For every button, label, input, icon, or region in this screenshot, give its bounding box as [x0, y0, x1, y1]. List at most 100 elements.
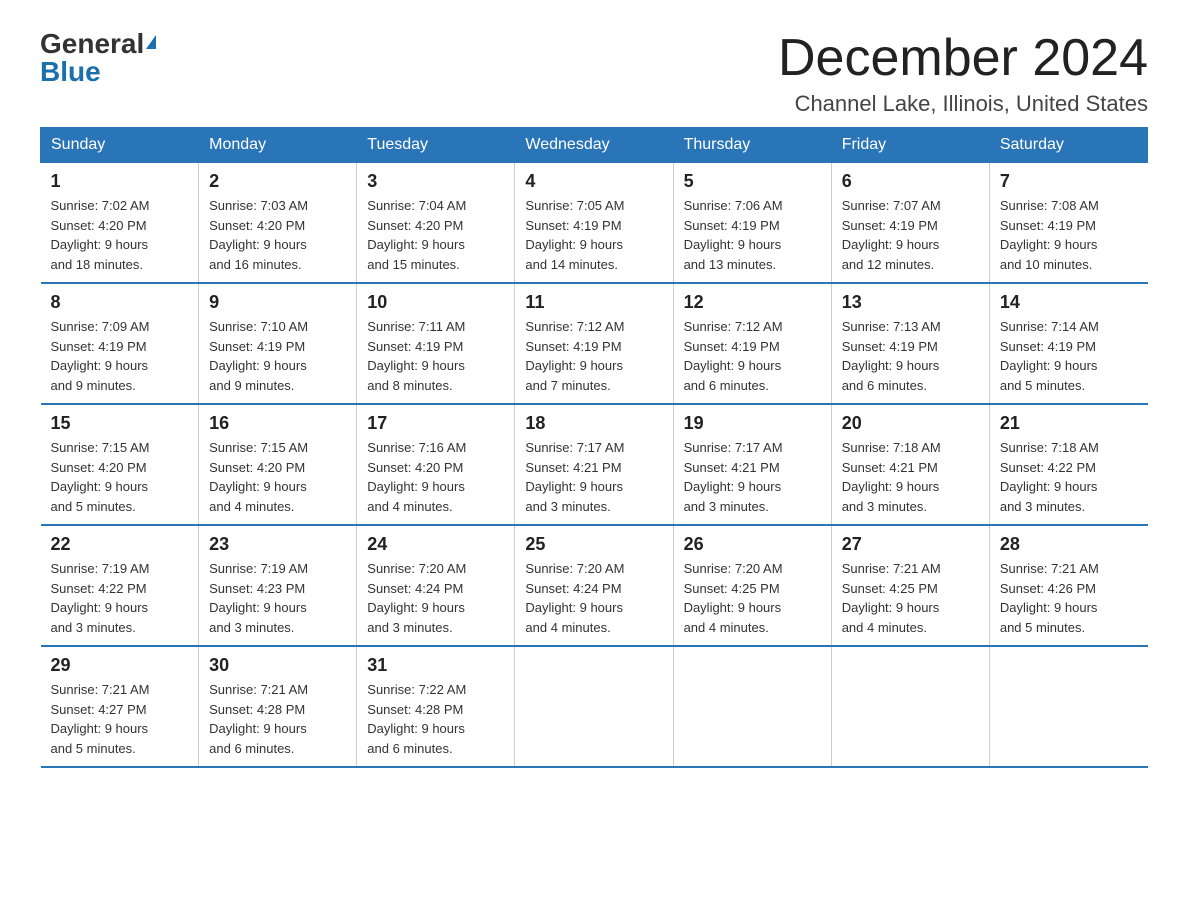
table-row: 13 Sunrise: 7:13 AMSunset: 4:19 PMDaylig… — [831, 283, 989, 404]
day-info: Sunrise: 7:09 AMSunset: 4:19 PMDaylight:… — [51, 319, 150, 393]
table-row: 18 Sunrise: 7:17 AMSunset: 4:21 PMDaylig… — [515, 404, 673, 525]
day-info: Sunrise: 7:15 AMSunset: 4:20 PMDaylight:… — [209, 440, 308, 514]
day-number: 21 — [1000, 413, 1138, 434]
day-number: 9 — [209, 292, 346, 313]
day-number: 28 — [1000, 534, 1138, 555]
day-number: 23 — [209, 534, 346, 555]
day-info: Sunrise: 7:02 AMSunset: 4:20 PMDaylight:… — [51, 198, 150, 272]
table-row: 23 Sunrise: 7:19 AMSunset: 4:23 PMDaylig… — [199, 525, 357, 646]
col-tuesday: Tuesday — [357, 128, 515, 163]
day-number: 30 — [209, 655, 346, 676]
table-row: 27 Sunrise: 7:21 AMSunset: 4:25 PMDaylig… — [831, 525, 989, 646]
table-row: 20 Sunrise: 7:18 AMSunset: 4:21 PMDaylig… — [831, 404, 989, 525]
day-info: Sunrise: 7:11 AMSunset: 4:19 PMDaylight:… — [367, 319, 465, 393]
day-number: 27 — [842, 534, 979, 555]
table-row: 29 Sunrise: 7:21 AMSunset: 4:27 PMDaylig… — [41, 646, 199, 767]
day-number: 10 — [367, 292, 504, 313]
col-wednesday: Wednesday — [515, 128, 673, 163]
logo: General Blue — [40, 30, 156, 86]
calendar-week-row: 22 Sunrise: 7:19 AMSunset: 4:22 PMDaylig… — [41, 525, 1148, 646]
col-sunday: Sunday — [41, 128, 199, 163]
title-block: December 2024 Channel Lake, Illinois, Un… — [778, 30, 1148, 117]
day-info: Sunrise: 7:03 AMSunset: 4:20 PMDaylight:… — [209, 198, 308, 272]
col-saturday: Saturday — [989, 128, 1147, 163]
day-number: 22 — [51, 534, 189, 555]
day-number: 5 — [684, 171, 821, 192]
day-number: 2 — [209, 171, 346, 192]
table-row: 15 Sunrise: 7:15 AMSunset: 4:20 PMDaylig… — [41, 404, 199, 525]
table-row: 28 Sunrise: 7:21 AMSunset: 4:26 PMDaylig… — [989, 525, 1147, 646]
day-info: Sunrise: 7:19 AMSunset: 4:22 PMDaylight:… — [51, 561, 150, 635]
table-row: 10 Sunrise: 7:11 AMSunset: 4:19 PMDaylig… — [357, 283, 515, 404]
day-info: Sunrise: 7:14 AMSunset: 4:19 PMDaylight:… — [1000, 319, 1099, 393]
day-number: 25 — [525, 534, 662, 555]
day-info: Sunrise: 7:21 AMSunset: 4:25 PMDaylight:… — [842, 561, 941, 635]
logo-triangle-icon — [146, 35, 156, 49]
day-info: Sunrise: 7:18 AMSunset: 4:21 PMDaylight:… — [842, 440, 941, 514]
table-row: 24 Sunrise: 7:20 AMSunset: 4:24 PMDaylig… — [357, 525, 515, 646]
day-number: 8 — [51, 292, 189, 313]
day-info: Sunrise: 7:18 AMSunset: 4:22 PMDaylight:… — [1000, 440, 1099, 514]
table-row: 17 Sunrise: 7:16 AMSunset: 4:20 PMDaylig… — [357, 404, 515, 525]
location-title: Channel Lake, Illinois, United States — [778, 91, 1148, 117]
day-info: Sunrise: 7:17 AMSunset: 4:21 PMDaylight:… — [684, 440, 783, 514]
table-row: 31 Sunrise: 7:22 AMSunset: 4:28 PMDaylig… — [357, 646, 515, 767]
calendar-week-row: 1 Sunrise: 7:02 AMSunset: 4:20 PMDayligh… — [41, 163, 1148, 284]
day-number: 18 — [525, 413, 662, 434]
day-number: 31 — [367, 655, 504, 676]
day-info: Sunrise: 7:21 AMSunset: 4:28 PMDaylight:… — [209, 682, 308, 756]
day-number: 24 — [367, 534, 504, 555]
day-info: Sunrise: 7:20 AMSunset: 4:24 PMDaylight:… — [367, 561, 466, 635]
table-row: 1 Sunrise: 7:02 AMSunset: 4:20 PMDayligh… — [41, 163, 199, 284]
table-row — [989, 646, 1147, 767]
calendar-week-row: 29 Sunrise: 7:21 AMSunset: 4:27 PMDaylig… — [41, 646, 1148, 767]
col-thursday: Thursday — [673, 128, 831, 163]
day-info: Sunrise: 7:16 AMSunset: 4:20 PMDaylight:… — [367, 440, 466, 514]
day-number: 19 — [684, 413, 821, 434]
day-number: 11 — [525, 292, 662, 313]
col-friday: Friday — [831, 128, 989, 163]
table-row: 7 Sunrise: 7:08 AMSunset: 4:19 PMDayligh… — [989, 163, 1147, 284]
logo-blue: Blue — [40, 58, 101, 86]
table-row: 8 Sunrise: 7:09 AMSunset: 4:19 PMDayligh… — [41, 283, 199, 404]
table-row: 19 Sunrise: 7:17 AMSunset: 4:21 PMDaylig… — [673, 404, 831, 525]
table-row: 4 Sunrise: 7:05 AMSunset: 4:19 PMDayligh… — [515, 163, 673, 284]
table-row: 12 Sunrise: 7:12 AMSunset: 4:19 PMDaylig… — [673, 283, 831, 404]
page-header: General Blue December 2024 Channel Lake,… — [40, 30, 1148, 117]
table-row: 30 Sunrise: 7:21 AMSunset: 4:28 PMDaylig… — [199, 646, 357, 767]
day-number: 20 — [842, 413, 979, 434]
table-row: 5 Sunrise: 7:06 AMSunset: 4:19 PMDayligh… — [673, 163, 831, 284]
table-row — [831, 646, 989, 767]
table-row: 14 Sunrise: 7:14 AMSunset: 4:19 PMDaylig… — [989, 283, 1147, 404]
day-info: Sunrise: 7:06 AMSunset: 4:19 PMDaylight:… — [684, 198, 783, 272]
day-number: 6 — [842, 171, 979, 192]
day-info: Sunrise: 7:22 AMSunset: 4:28 PMDaylight:… — [367, 682, 466, 756]
day-info: Sunrise: 7:21 AMSunset: 4:26 PMDaylight:… — [1000, 561, 1099, 635]
col-monday: Monday — [199, 128, 357, 163]
table-row: 22 Sunrise: 7:19 AMSunset: 4:22 PMDaylig… — [41, 525, 199, 646]
table-row — [673, 646, 831, 767]
day-info: Sunrise: 7:07 AMSunset: 4:19 PMDaylight:… — [842, 198, 941, 272]
day-number: 12 — [684, 292, 821, 313]
day-info: Sunrise: 7:19 AMSunset: 4:23 PMDaylight:… — [209, 561, 308, 635]
day-info: Sunrise: 7:04 AMSunset: 4:20 PMDaylight:… — [367, 198, 466, 272]
day-number: 29 — [51, 655, 189, 676]
day-number: 15 — [51, 413, 189, 434]
day-info: Sunrise: 7:08 AMSunset: 4:19 PMDaylight:… — [1000, 198, 1099, 272]
day-number: 4 — [525, 171, 662, 192]
table-row: 11 Sunrise: 7:12 AMSunset: 4:19 PMDaylig… — [515, 283, 673, 404]
calendar-table: Sunday Monday Tuesday Wednesday Thursday… — [40, 127, 1148, 768]
table-row: 16 Sunrise: 7:15 AMSunset: 4:20 PMDaylig… — [199, 404, 357, 525]
calendar-week-row: 15 Sunrise: 7:15 AMSunset: 4:20 PMDaylig… — [41, 404, 1148, 525]
day-number: 3 — [367, 171, 504, 192]
day-number: 1 — [51, 171, 189, 192]
table-row: 3 Sunrise: 7:04 AMSunset: 4:20 PMDayligh… — [357, 163, 515, 284]
day-number: 14 — [1000, 292, 1138, 313]
day-number: 17 — [367, 413, 504, 434]
day-info: Sunrise: 7:20 AMSunset: 4:25 PMDaylight:… — [684, 561, 783, 635]
table-row: 2 Sunrise: 7:03 AMSunset: 4:20 PMDayligh… — [199, 163, 357, 284]
table-row: 6 Sunrise: 7:07 AMSunset: 4:19 PMDayligh… — [831, 163, 989, 284]
day-info: Sunrise: 7:05 AMSunset: 4:19 PMDaylight:… — [525, 198, 624, 272]
table-row: 26 Sunrise: 7:20 AMSunset: 4:25 PMDaylig… — [673, 525, 831, 646]
day-info: Sunrise: 7:13 AMSunset: 4:19 PMDaylight:… — [842, 319, 941, 393]
